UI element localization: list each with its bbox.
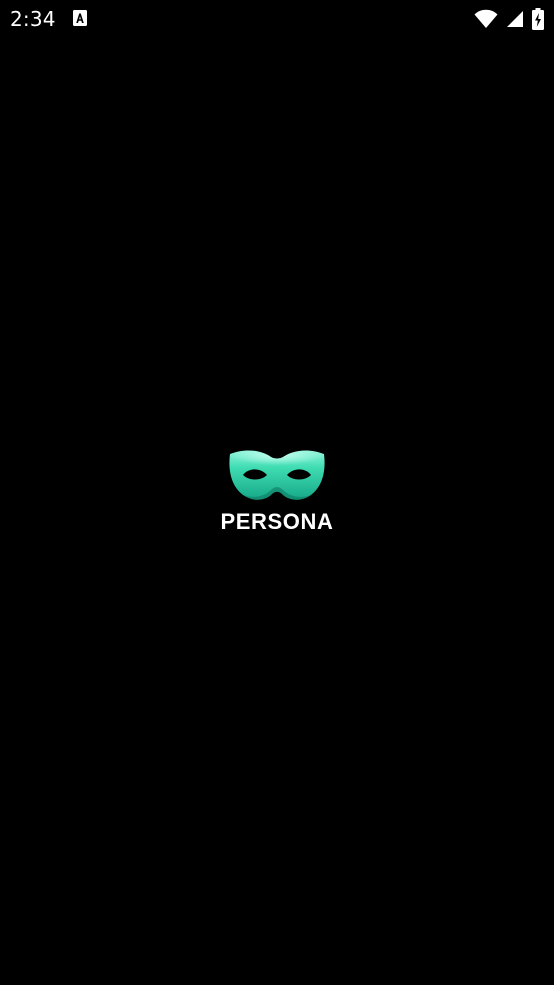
font-a-icon [72,10,88,26]
battery-charging-icon [532,8,544,30]
brand-name: PERSONA [220,509,334,534]
status-time: 2:34 [10,7,56,31]
splash-logo-group: PERSONA [0,448,554,535]
wifi-icon [474,9,498,29]
splash-screen: 2:34 PERSONA [0,0,554,985]
status-bar: 2:34 [0,0,554,38]
cell-signal-icon [506,10,524,28]
status-icons [474,8,544,30]
theater-mask-icon [229,450,325,500]
